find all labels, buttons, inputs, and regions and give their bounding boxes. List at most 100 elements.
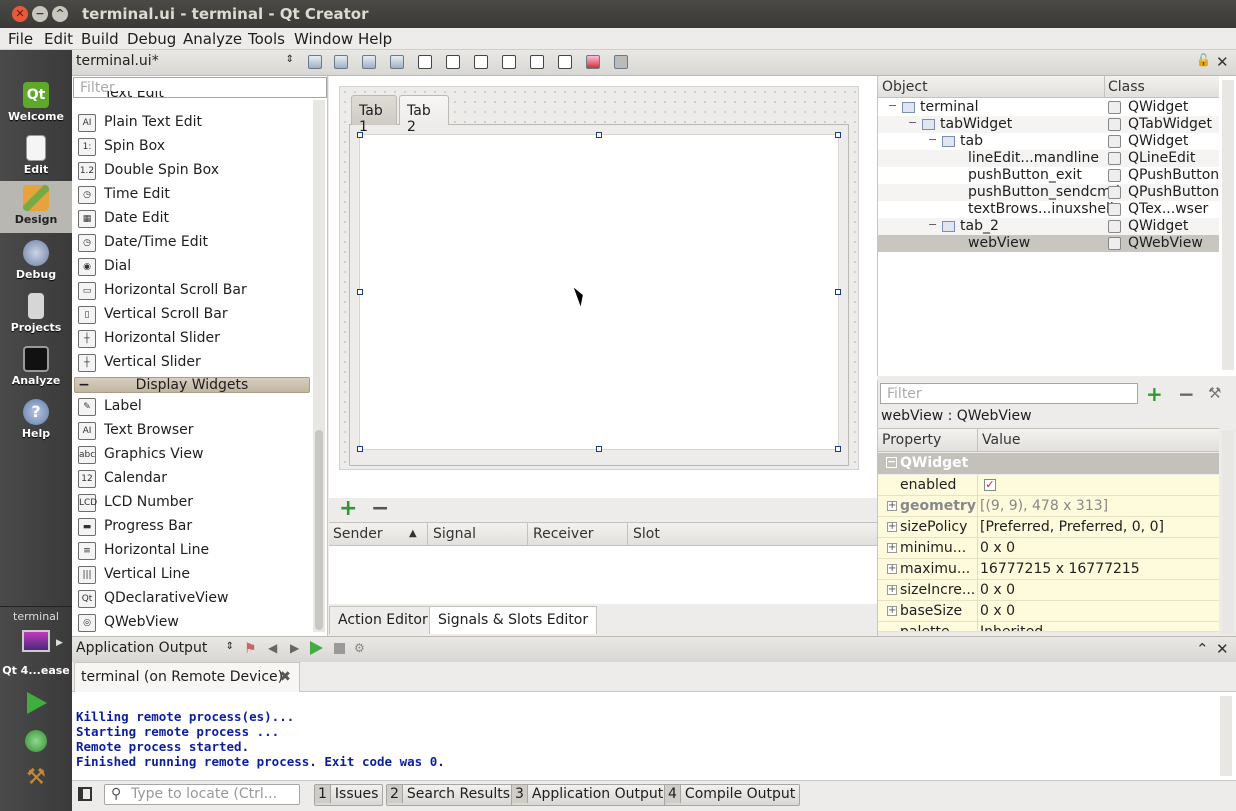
mode-projects[interactable]: Projects (0, 289, 72, 341)
scrollbar-thumb[interactable] (315, 430, 323, 630)
close-tab-icon[interactable]: ✖ (279, 669, 291, 685)
break-layout-icon[interactable] (586, 55, 600, 69)
property-row[interactable]: + geometry [(9, 9), 478 x 313] (878, 496, 1219, 517)
mode-debug[interactable]: Debug (0, 236, 72, 288)
mode-welcome[interactable]: Qt Welcome (0, 78, 72, 130)
widget-item[interactable]: AI Plain Text Edit (72, 111, 310, 135)
widget-item[interactable]: ◎ QWebView (72, 611, 310, 635)
tree-toggle-icon[interactable]: − (928, 134, 937, 145)
property-value[interactable]: [(9, 9), 478 x 313] (980, 498, 1108, 514)
widget-item[interactable]: LCD LCD Number (72, 491, 310, 515)
widget-item[interactable]: ▭ Horizontal Scroll Bar (72, 279, 310, 303)
remove-dynamic-property-icon[interactable]: − (1178, 382, 1195, 406)
menu-analyze[interactable]: Analyze (183, 30, 242, 48)
connections-list[interactable] (329, 546, 877, 604)
selection-handle[interactable] (357, 289, 363, 295)
selection-handle[interactable] (357, 132, 363, 138)
object-tree-row[interactable]: − tab QWidget (878, 133, 1219, 150)
status-issues-button[interactable]: 1 Issues (314, 784, 384, 806)
widget-item[interactable]: ✎ Label (72, 395, 310, 419)
status-search-results-button[interactable]: 2 Search Results (386, 784, 516, 806)
widget-item[interactable]: ┼ Horizontal Slider (72, 327, 310, 351)
property-value[interactable]: Inherited (980, 624, 1043, 631)
layout-v-splitter-icon[interactable] (502, 55, 516, 69)
object-tree-row[interactable]: − terminal QWidget (878, 99, 1219, 116)
selection-handle[interactable] (596, 132, 602, 138)
kit-arrow-icon[interactable]: ▶ (56, 638, 63, 648)
rerun-icon[interactable] (310, 641, 323, 655)
mode-analyze[interactable]: Analyze (0, 342, 72, 394)
layout-form-icon[interactable] (530, 55, 544, 69)
status-app-output-button[interactable]: 3 Application Output (511, 784, 669, 806)
edit-tab-order-icon[interactable] (390, 55, 404, 69)
menu-tools[interactable]: Tools (248, 30, 285, 48)
maximize-window-icon[interactable]: ^ (52, 6, 68, 22)
object-inspector-scrollbar[interactable] (1222, 80, 1234, 370)
configure-wrench-icon[interactable]: ⚒ (1208, 384, 1221, 402)
output-scrollbar[interactable] (1220, 696, 1232, 776)
edit-widgets-icon[interactable] (308, 55, 322, 69)
expand-icon[interactable]: + (887, 543, 897, 553)
layout-horizontal-icon[interactable] (418, 55, 432, 69)
widget-box-scrollbar[interactable] (313, 100, 325, 632)
widget-item[interactable]: ◉ Dial (72, 255, 310, 279)
widget-item[interactable]: abc Graphics View (72, 443, 310, 467)
add-connection-icon[interactable]: + (339, 498, 357, 520)
tab-signals-slots-editor[interactable]: Signals & Slots Editor (429, 606, 598, 634)
object-tree-row[interactable]: pushButton_exit QPushButton (878, 167, 1219, 184)
col-signal[interactable]: Signal (433, 526, 476, 542)
expand-icon[interactable]: + (887, 564, 897, 574)
expand-icon[interactable]: + (887, 585, 897, 595)
output-tab-terminal[interactable]: terminal (on Remote Device) ✖ (74, 662, 300, 692)
reattach-icon[interactable]: ⚑ (244, 641, 257, 657)
close-editor-icon[interactable]: ✕ (1216, 53, 1229, 71)
selection-handle[interactable] (596, 446, 602, 452)
property-row[interactable]: + sizeIncre... 0 x 0 (878, 580, 1219, 601)
toggle-sidebar-icon[interactable] (78, 787, 92, 801)
open-file-combo[interactable]: terminal.ui* ⇕ (76, 53, 298, 73)
mode-design[interactable]: Design (0, 181, 72, 233)
menu-build[interactable]: Build (81, 30, 119, 48)
layout-grid-icon[interactable] (558, 55, 572, 69)
col-value[interactable]: Value (982, 432, 1020, 448)
tab-2[interactable]: Tab 2 (399, 95, 449, 135)
locator-input[interactable]: ⚲ Type to locate (Ctrl... (104, 784, 300, 805)
adjust-size-icon[interactable] (614, 55, 628, 69)
tab-1[interactable]: Tab 1 (351, 95, 397, 135)
widget-item-text-edit[interactable]: Text Edit (72, 91, 310, 103)
output-pane-combo[interactable]: Application Output ⇕ (76, 640, 236, 660)
next-icon[interactable]: ▶ (290, 641, 299, 655)
unlock-icon[interactable]: 🔓 (1196, 53, 1211, 67)
property-value[interactable]: 16777215 x 16777215 (980, 561, 1140, 577)
layout-h-splitter-icon[interactable] (474, 55, 488, 69)
enabled-checkbox[interactable]: ✓ (984, 479, 996, 491)
menu-window[interactable]: Window (294, 30, 353, 48)
menu-edit[interactable]: Edit (44, 30, 73, 48)
property-scrollbar[interactable] (1222, 430, 1234, 634)
property-value[interactable]: [Preferred, Preferred, 0, 0] (980, 519, 1164, 535)
widget-item[interactable]: 1.2 Double Spin Box (72, 159, 310, 183)
menu-help[interactable]: Help (358, 30, 392, 48)
category-display-widgets[interactable]: − Display Widgets (74, 377, 310, 393)
minimize-window-icon[interactable]: − (32, 6, 48, 22)
col-property[interactable]: Property (882, 432, 941, 448)
object-tree-row[interactable]: webView QWebView (878, 235, 1219, 252)
property-value[interactable]: 0 x 0 (980, 540, 1015, 556)
col-slot[interactable]: Slot (633, 526, 660, 542)
widget-item[interactable]: ≡ Horizontal Line (72, 539, 310, 563)
previous-icon[interactable]: ◀ (268, 641, 277, 655)
expand-icon[interactable]: + (887, 522, 897, 532)
property-group-qwidget[interactable]: − QWidget (878, 453, 1219, 474)
debug-run-icon[interactable] (25, 730, 47, 752)
col-class[interactable]: Class (1108, 79, 1145, 95)
run-icon[interactable] (27, 692, 47, 714)
tab-action-editor[interactable]: Action Editor (329, 606, 437, 634)
close-pane-icon[interactable]: ✕ (1216, 640, 1229, 658)
property-value[interactable]: 0 x 0 (980, 582, 1015, 598)
property-row[interactable]: palette Inherited (878, 622, 1219, 632)
layout-vertical-icon[interactable] (446, 55, 460, 69)
widget-item[interactable]: ◷ Time Edit (72, 183, 310, 207)
widget-item[interactable]: ▯ Vertical Scroll Bar (72, 303, 310, 327)
object-tree-row[interactable]: − tabWidget QTabWidget (878, 116, 1219, 133)
build-hammer-icon[interactable]: ⚒ (24, 766, 48, 790)
